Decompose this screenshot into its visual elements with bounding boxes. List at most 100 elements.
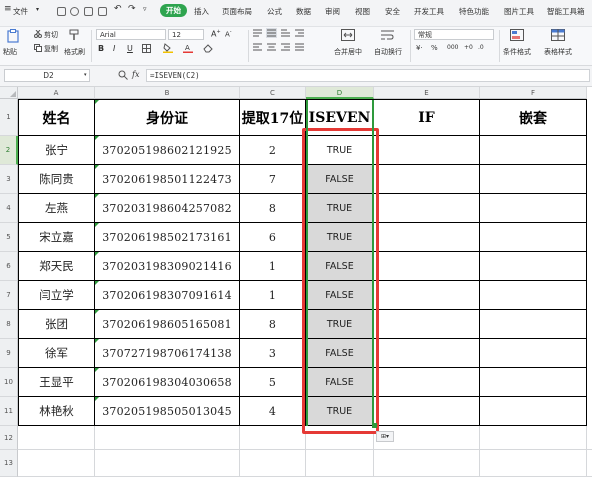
tab-review[interactable]: 审阅 (325, 6, 340, 17)
undo-history-icon[interactable] (70, 7, 79, 16)
align-right-icon[interactable] (281, 43, 290, 51)
tab-insert[interactable]: 插入 (194, 6, 209, 17)
quick-access-chevron-icon[interactable]: ▿ (143, 5, 147, 13)
row-header-13[interactable]: 13 (0, 450, 18, 477)
name-cell[interactable]: 宋立嘉 (19, 223, 95, 252)
row-header-3[interactable]: 3 (0, 165, 18, 194)
row-header-6[interactable]: 6 (0, 252, 18, 281)
select-all-corner[interactable] (0, 87, 18, 99)
column-header-f[interactable]: F (480, 87, 587, 99)
merge-center-label[interactable]: 合并居中 (334, 47, 362, 57)
if-cell[interactable] (374, 339, 480, 368)
nested-cell[interactable] (480, 252, 587, 281)
if-cell[interactable] (374, 165, 480, 194)
number-format-select[interactable]: 常规 (414, 29, 494, 40)
name-cell[interactable]: 徐军 (19, 339, 95, 368)
name-cell[interactable]: 陈同贵 (19, 165, 95, 194)
id-cell[interactable]: 370206198502173161 (95, 223, 240, 252)
align-bottom-icon[interactable] (281, 29, 290, 37)
paste-label[interactable]: 粘贴 (3, 47, 17, 57)
id-cell[interactable]: 370205198505013045 (95, 397, 240, 426)
align-center-icon[interactable] (267, 43, 276, 51)
tab-smart-toolbox[interactable]: 智能工具箱 (547, 6, 585, 17)
italic-button[interactable]: I (113, 44, 115, 53)
nested-cell[interactable] (480, 165, 587, 194)
digit-cell[interactable]: 4 (240, 397, 306, 426)
header-cell-id[interactable]: 身份证 (95, 100, 240, 136)
table-style-icon[interactable] (551, 29, 565, 41)
id-cell[interactable]: 370206198605165081 (95, 310, 240, 339)
bold-button[interactable]: B (98, 44, 104, 53)
row-header-12[interactable]: 12 (0, 426, 18, 450)
if-cell[interactable] (374, 252, 480, 281)
underline-button[interactable]: U (127, 44, 133, 53)
column-header-c[interactable]: C (240, 87, 306, 99)
row-header-1[interactable]: 1 (0, 99, 18, 136)
name-cell[interactable]: 郑天民 (19, 252, 95, 281)
row-header-5[interactable]: 5 (0, 223, 18, 252)
row-header-4[interactable]: 4 (0, 194, 18, 223)
nested-cell[interactable] (480, 368, 587, 397)
fill-handle[interactable] (372, 423, 377, 428)
id-cell[interactable]: 370205198602121925 (95, 136, 240, 165)
print-icon[interactable] (84, 7, 93, 16)
name-cell[interactable]: 闫立学 (19, 281, 95, 310)
border-icon[interactable] (142, 44, 151, 53)
nested-cell[interactable] (480, 281, 587, 310)
column-header-a[interactable]: A (18, 87, 95, 99)
nested-cell[interactable] (480, 136, 587, 165)
nested-cell[interactable] (480, 397, 587, 426)
increase-font-icon[interactable]: A+ (211, 29, 221, 39)
id-cell[interactable]: 370203198604257082 (95, 194, 240, 223)
header-cell-name[interactable]: 姓名 (19, 100, 95, 136)
id-cell[interactable]: 370203198309021416 (95, 252, 240, 281)
currency-icon[interactable]: ¥· (416, 44, 423, 52)
name-cell[interactable]: 左燕 (19, 194, 95, 223)
if-cell[interactable] (374, 194, 480, 223)
tab-security[interactable]: 安全 (385, 6, 400, 17)
if-cell[interactable] (374, 136, 480, 165)
if-cell[interactable] (374, 397, 480, 426)
digit-cell[interactable]: 7 (240, 165, 306, 194)
merge-center-icon[interactable] (341, 29, 355, 41)
id-cell[interactable]: 370206198307091614 (95, 281, 240, 310)
cut-label[interactable]: 剪切 (44, 30, 58, 40)
tab-page-layout[interactable]: 页面布局 (222, 6, 252, 17)
digit-cell[interactable]: 3 (240, 339, 306, 368)
zoom-search-icon[interactable] (118, 70, 128, 80)
increase-decimal-icon[interactable]: +0 (464, 44, 473, 51)
paste-icon[interactable] (6, 29, 20, 43)
if-cell[interactable] (374, 368, 480, 397)
align-left-icon[interactable] (253, 43, 262, 51)
name-cell[interactable]: 林艳秋 (19, 397, 95, 426)
fx-icon[interactable]: fx (132, 70, 139, 79)
file-menu-chevron-icon[interactable]: ▾ (36, 6, 39, 13)
name-cell[interactable]: 张团 (19, 310, 95, 339)
row-header-8[interactable]: 8 (0, 310, 18, 339)
tab-data[interactable]: 数据 (296, 6, 311, 17)
redo-icon[interactable]: ↷ (128, 4, 136, 14)
digit-cell[interactable]: 1 (240, 252, 306, 281)
font-size-select[interactable]: 12 (168, 29, 204, 40)
align-middle-icon[interactable] (266, 28, 277, 38)
name-box-chevron-icon[interactable]: ▾ (84, 72, 87, 78)
name-cell[interactable]: 王显平 (19, 368, 95, 397)
indent-icon[interactable] (295, 29, 304, 37)
format-painter-label[interactable]: 格式刷 (64, 47, 85, 57)
digit-cell[interactable]: 2 (240, 136, 306, 165)
quick-analysis-icon[interactable]: ⊞▾ (376, 431, 394, 442)
name-box[interactable]: D2 (4, 69, 90, 82)
wrap-text-icon[interactable] (381, 29, 394, 41)
conditional-format-icon[interactable] (510, 29, 524, 41)
tab-view[interactable]: 视图 (355, 6, 370, 17)
percent-button[interactable]: % (431, 44, 438, 52)
align-top-icon[interactable] (253, 29, 262, 37)
column-header-b[interactable]: B (95, 87, 240, 99)
tab-formulas[interactable]: 公式 (267, 6, 282, 17)
id-cell[interactable]: 370206198304030658 (95, 368, 240, 397)
decrease-font-icon[interactable]: A- (225, 29, 232, 38)
cut-icon[interactable] (34, 30, 42, 38)
nested-cell[interactable] (480, 310, 587, 339)
font-color-icon[interactable]: A (183, 43, 193, 53)
nested-cell[interactable] (480, 223, 587, 252)
